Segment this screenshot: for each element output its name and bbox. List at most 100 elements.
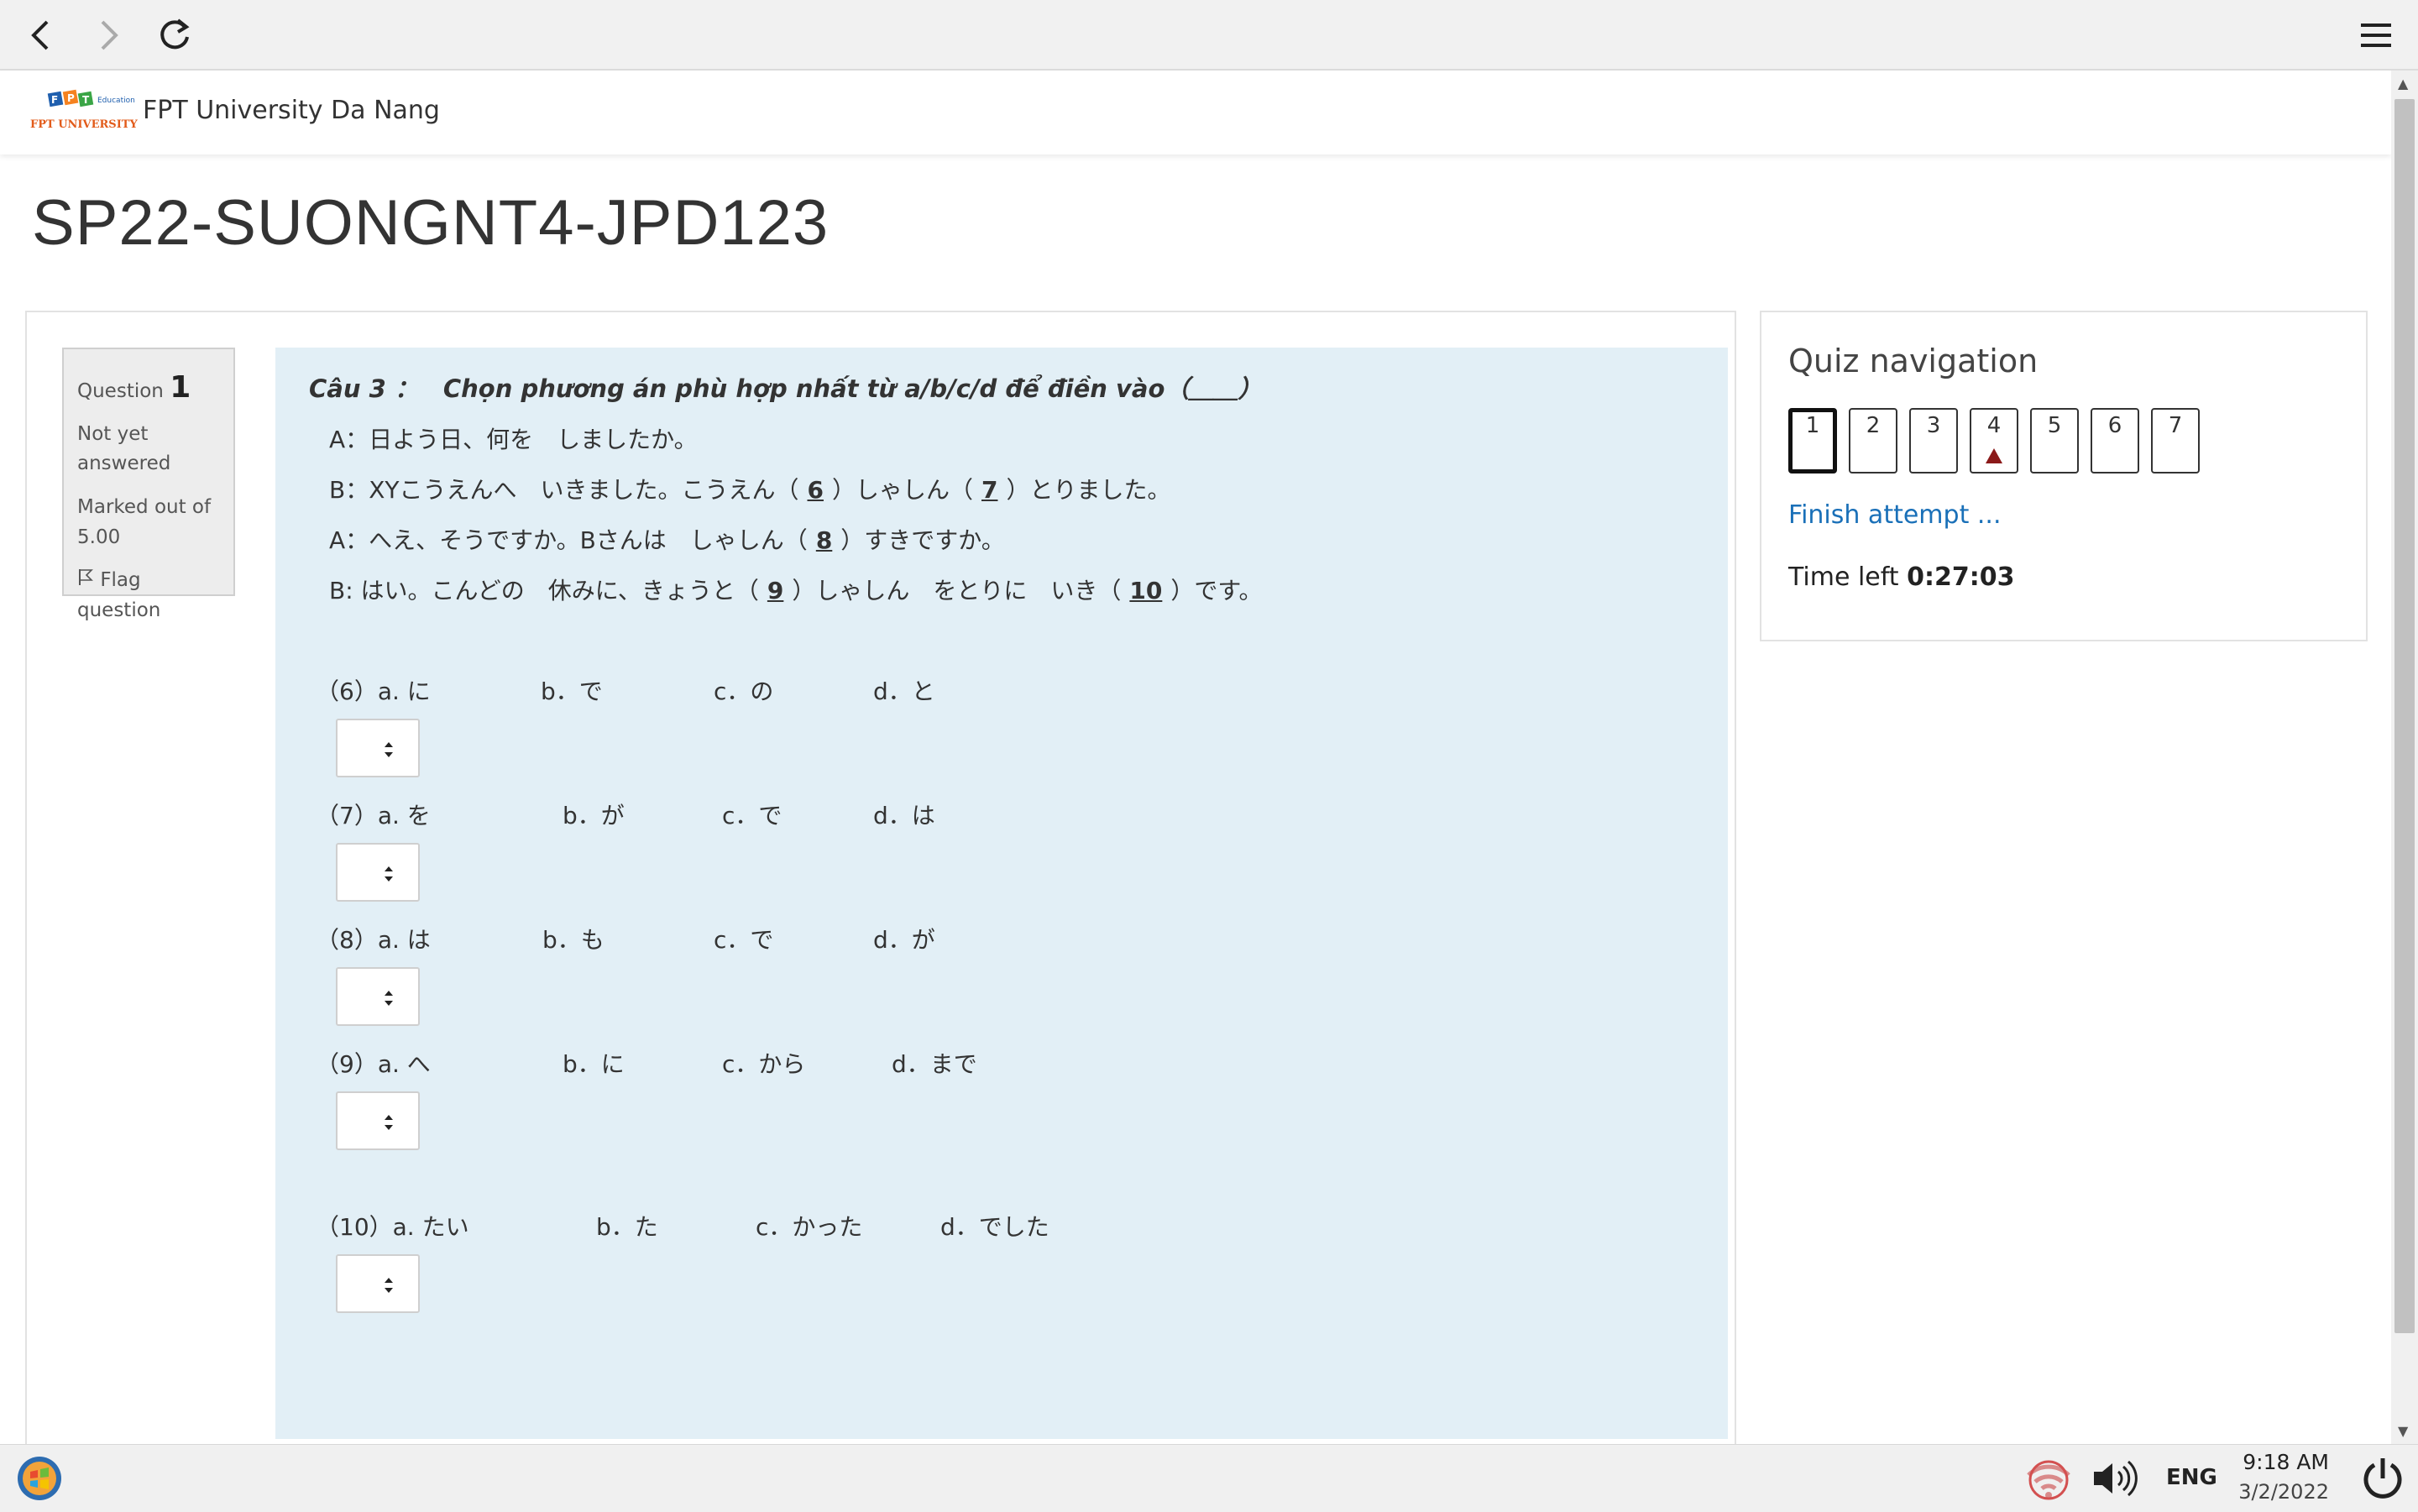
- option-a: （9）a. へ: [316, 1050, 431, 1078]
- dialogue-text: ）しゃしん をとりに いき（: [792, 577, 1122, 604]
- question-grade: Marked out of 5.00: [77, 496, 212, 548]
- browser-toolbar: [0, 0, 2418, 71]
- blank-9: 9: [767, 577, 784, 604]
- flag-icon: [77, 569, 100, 591]
- question-card: Question 1 Not yet answered Marked out o…: [25, 311, 1736, 1464]
- fpt-logo[interactable]: F P T Education FPT UNIVERSITY: [30, 89, 139, 141]
- option-b: b．が: [563, 802, 625, 829]
- svg-text:P: P: [67, 92, 75, 104]
- dialogue-text: A：へえ、そうですか。Bさんは しゃしん（: [329, 526, 808, 554]
- quiz-nav-button-6[interactable]: 6: [2091, 408, 2139, 473]
- scroll-down-icon[interactable]: ▼: [2398, 1423, 2408, 1439]
- question-number: 1: [170, 370, 191, 405]
- dialogue-text: B：XYこうえんへ いきました。こうえん（: [329, 476, 799, 504]
- dialogue-line: A：へえ、そうですか。Bさんは しゃしん（ 8 ）すきですか。: [329, 522, 1005, 556]
- power-icon[interactable]: [2359, 1455, 2406, 1505]
- quiz-nav-button-label: 1: [1805, 413, 1820, 438]
- option-b: b．に: [563, 1050, 625, 1078]
- clock-time[interactable]: 9:18 AM: [2242, 1450, 2329, 1474]
- quiz-nav-button-2[interactable]: 2: [1849, 408, 1897, 473]
- dialogue-text: ）です。: [1170, 577, 1263, 604]
- quiz-nav-button-7[interactable]: 7: [2151, 408, 2200, 473]
- time-left-label: Time left: [1788, 562, 1899, 592]
- wifi-off-icon[interactable]: [2023, 1455, 2074, 1505]
- svg-text:Education: Education: [97, 97, 135, 105]
- flagged-triangle-icon: [1986, 448, 2002, 463]
- quiz-nav-button-label: 2: [1866, 413, 1881, 438]
- quiz-nav-button-label: 6: [2107, 413, 2122, 438]
- option-d: d．は: [873, 802, 935, 829]
- dialogue-text: ）しゃしん（: [831, 476, 973, 504]
- quiz-nav-button-3[interactable]: 3: [1909, 408, 1958, 473]
- option-a: （7）a. を: [316, 802, 431, 829]
- option-c: c．で: [714, 926, 774, 954]
- volume-icon[interactable]: [2091, 1458, 2138, 1502]
- input-language[interactable]: ENG: [2166, 1465, 2217, 1490]
- option-a: （8）a. は: [316, 926, 431, 954]
- answer-select-8[interactable]: [336, 967, 420, 1026]
- blank-8: 8: [815, 526, 833, 554]
- select-arrows-icon: [385, 1115, 393, 1130]
- quiz-nav-button-5[interactable]: 5: [2030, 408, 2079, 473]
- dialogue-text: ）とりました。: [1006, 476, 1171, 504]
- scroll-up-icon[interactable]: ▲: [2398, 76, 2408, 92]
- quiz-nav-title: Quiz navigation: [1788, 343, 2039, 379]
- option-a: （6）a. に: [316, 678, 431, 705]
- finish-attempt-link[interactable]: Finish attempt ...: [1788, 500, 2001, 530]
- start-orb-icon[interactable]: [15, 1455, 64, 1502]
- back-arrow-icon[interactable]: [18, 12, 65, 59]
- option-d: d．と: [873, 678, 935, 705]
- dialogue-text: A：日よう日、何を しましたか。: [329, 426, 698, 453]
- time-left-value: 0:27:03: [1907, 562, 2015, 592]
- answer-select-9[interactable]: [336, 1091, 420, 1150]
- question-heading: Câu 3 ： Chọn phương án phù hợp nhất từ a…: [309, 374, 1263, 403]
- select-arrows-icon: [385, 1278, 393, 1293]
- svg-text:FPT UNIVERSITY: FPT UNIVERSITY: [30, 118, 138, 131]
- question-formulation: Câu 3 ： Chọn phương án phù hợp nhất từ a…: [275, 348, 1728, 1439]
- option-d: d．でした: [940, 1213, 1049, 1241]
- option-c: c．の: [714, 678, 774, 705]
- answer-select-6[interactable]: [336, 719, 420, 777]
- forward-arrow-icon[interactable]: [84, 12, 131, 59]
- svg-text:T: T: [82, 94, 90, 106]
- option-d: d．まで: [892, 1050, 977, 1078]
- answer-select-10[interactable]: [336, 1254, 420, 1313]
- dialogue-line: A：日よう日、何を しましたか。: [329, 421, 698, 455]
- clock-date[interactable]: 3/2/2022: [2233, 1480, 2329, 1504]
- blank-6: 6: [807, 476, 824, 504]
- blank-10: 10: [1129, 577, 1163, 604]
- site-name[interactable]: FPT University Da Nang: [143, 96, 440, 125]
- page-title: SP22-SUONGNT4-JPD123: [32, 187, 830, 259]
- answer-select-7[interactable]: [336, 843, 420, 902]
- option-c: c．で: [722, 802, 782, 829]
- dialogue-line: B: はい。こんどの 休みに、きょうと（ 9 ）しゃしん をとりに いき（ 10 ）です…: [329, 573, 1263, 606]
- reload-icon[interactable]: [151, 12, 198, 59]
- flag-question-link[interactable]: Flag question: [77, 566, 220, 625]
- taskbar: ENG 9:18 AM 3/2/2022: [0, 1444, 2418, 1512]
- option-b: b．で: [541, 678, 603, 705]
- select-arrows-icon: [385, 991, 393, 1006]
- quiz-navigation-block: Quiz navigation 1 2 3 4 5 6 7 Finish att…: [1760, 311, 2368, 641]
- question-label: Question: [77, 380, 164, 402]
- scroll-thumb[interactable]: [2394, 99, 2415, 1333]
- quiz-nav-button-1[interactable]: 1: [1788, 408, 1837, 473]
- quiz-nav-button-label: 5: [2047, 413, 2062, 438]
- quiz-nav-button-label: 4: [1986, 413, 2002, 438]
- page-scrollbar[interactable]: ▲ ▼: [2391, 71, 2418, 1444]
- quiz-nav-button-label: 7: [2168, 413, 2183, 438]
- dialogue-text: ）すきですか。: [840, 526, 1005, 554]
- option-b: b．た: [596, 1213, 658, 1241]
- option-c: c．から: [722, 1050, 806, 1078]
- svg-text:F: F: [51, 94, 58, 106]
- select-arrows-icon: [385, 742, 393, 757]
- dialogue-text: B: はい。こんどの 休みに、きょうと（: [329, 577, 759, 604]
- time-left: Time left 0:27:03: [1788, 562, 2014, 592]
- quiz-nav-button-4[interactable]: 4: [1970, 408, 2018, 473]
- hamburger-menu-icon[interactable]: [2353, 12, 2400, 59]
- question-state: Not yet answered: [77, 422, 171, 475]
- option-d: d．が: [873, 926, 935, 954]
- quiz-nav-button-label: 3: [1926, 413, 1941, 438]
- dialogue-line: B：XYこうえんへ いきました。こうえん（ 6 ）しゃしん（ 7 ）とりました。: [329, 472, 1171, 505]
- blank-7: 7: [981, 476, 998, 504]
- select-arrows-icon: [385, 866, 393, 882]
